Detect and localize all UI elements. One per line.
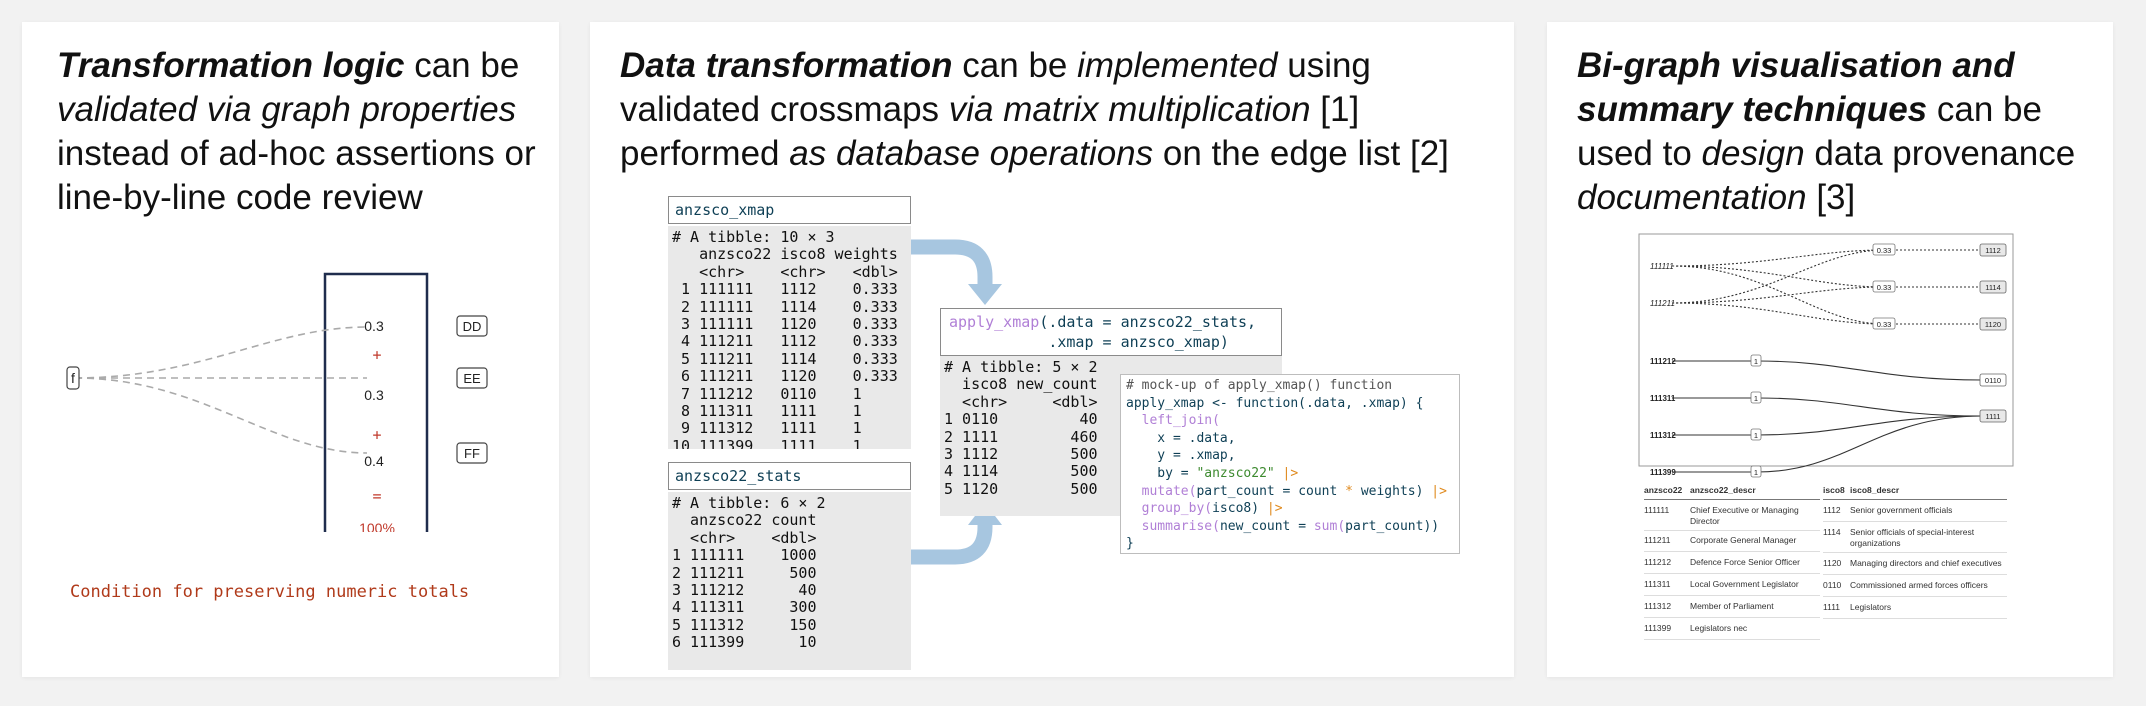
- svg-text:0110: 0110: [1985, 376, 2001, 385]
- svg-text:0.33: 0.33: [1877, 320, 1892, 329]
- edge-ff: [74, 377, 368, 454]
- headline-bold: Transformation logic: [57, 46, 405, 85]
- arrow-xmap-to-call: [910, 239, 993, 287]
- svg-text:111111: 111111: [1650, 262, 1674, 271]
- xmap-tibble: # A tibble: 10 × 3 anzsco22 isco8 weight…: [668, 226, 911, 449]
- panel-data-transformation: Data transformation can be implemented u…: [590, 22, 1514, 677]
- xmap-title: anzsco_xmap: [668, 196, 911, 224]
- svg-text:1: 1: [1754, 394, 1758, 403]
- stats-tibble: # A tibble: 6 × 2 anzsco22 count <chr> <…: [668, 492, 911, 670]
- svg-text:1: 1: [1754, 468, 1758, 477]
- target-label-dd: DD: [463, 319, 482, 334]
- svg-text:111212: 111212: [1650, 357, 1676, 366]
- svg-text:1111: 1111: [1985, 412, 2000, 421]
- svg-text:1120: 1120: [1985, 320, 2001, 329]
- svg-text:111211: 111211: [1650, 299, 1675, 308]
- plus-sign-1: +: [372, 346, 381, 364]
- plus-sign-2: +: [372, 426, 381, 444]
- apply-xmap-call: apply_xmap(.data = anzsco22_stats, .xmap…: [940, 308, 1282, 356]
- arrow-head-top: [968, 284, 1002, 305]
- diagram-caption: Condition for preserving numeric totals: [70, 582, 470, 602]
- weight-ff: 0.4: [364, 453, 384, 469]
- arrow-stats-to-result: [910, 522, 993, 565]
- weight-ee: 0.3: [364, 387, 384, 403]
- apply-xmap-function-code: # mock-up of apply_xmap() function apply…: [1120, 374, 1460, 554]
- panel-graph-properties: Transformation logic can be validated vi…: [22, 22, 559, 677]
- equals-sign: =: [372, 487, 381, 505]
- total-percent: 100%: [359, 520, 395, 532]
- bigraph-plot: 0.33 0.33 0.33 1 1 1 1 111111 111211 111…: [1638, 233, 2014, 478]
- svg-text:111399: 111399: [1650, 468, 1676, 477]
- split-diagram: f DD EE FF 0.3 + 0.3 + 0.4 = 100%: [66, 272, 488, 532]
- svg-text:1: 1: [1754, 357, 1758, 366]
- anzsco-descr-table: anzsco22 anzsco22_descr 111111 Chief Exe…: [1644, 485, 1820, 675]
- svg-text:1114: 1114: [1985, 283, 2001, 292]
- svg-text:0.33: 0.33: [1877, 283, 1892, 292]
- svg-text:0.33: 0.33: [1877, 246, 1892, 255]
- edge-dd: [74, 326, 368, 379]
- weight-dd: 0.3: [364, 318, 384, 334]
- isco-descr-table: isco8 isco8_descr 1112 Senior government…: [1823, 485, 2007, 675]
- target-label-ff: FF: [464, 446, 480, 461]
- stats-title: anzsco22_stats: [668, 462, 911, 490]
- target-label-ee: EE: [463, 371, 481, 386]
- svg-text:1112: 1112: [1985, 246, 2001, 255]
- panel-bigraph: Bi-graph visualisation and summary techn…: [1547, 22, 2113, 677]
- panel3-headline: Bi-graph visualisation and summary techn…: [1577, 46, 2076, 217]
- svg-text:111311: 111311: [1650, 394, 1676, 403]
- svg-text:111312: 111312: [1650, 431, 1676, 440]
- panel1-headline: Transformation logic can be validated vi…: [57, 46, 536, 217]
- source-node-label: f: [71, 370, 75, 386]
- svg-text:1: 1: [1754, 431, 1758, 440]
